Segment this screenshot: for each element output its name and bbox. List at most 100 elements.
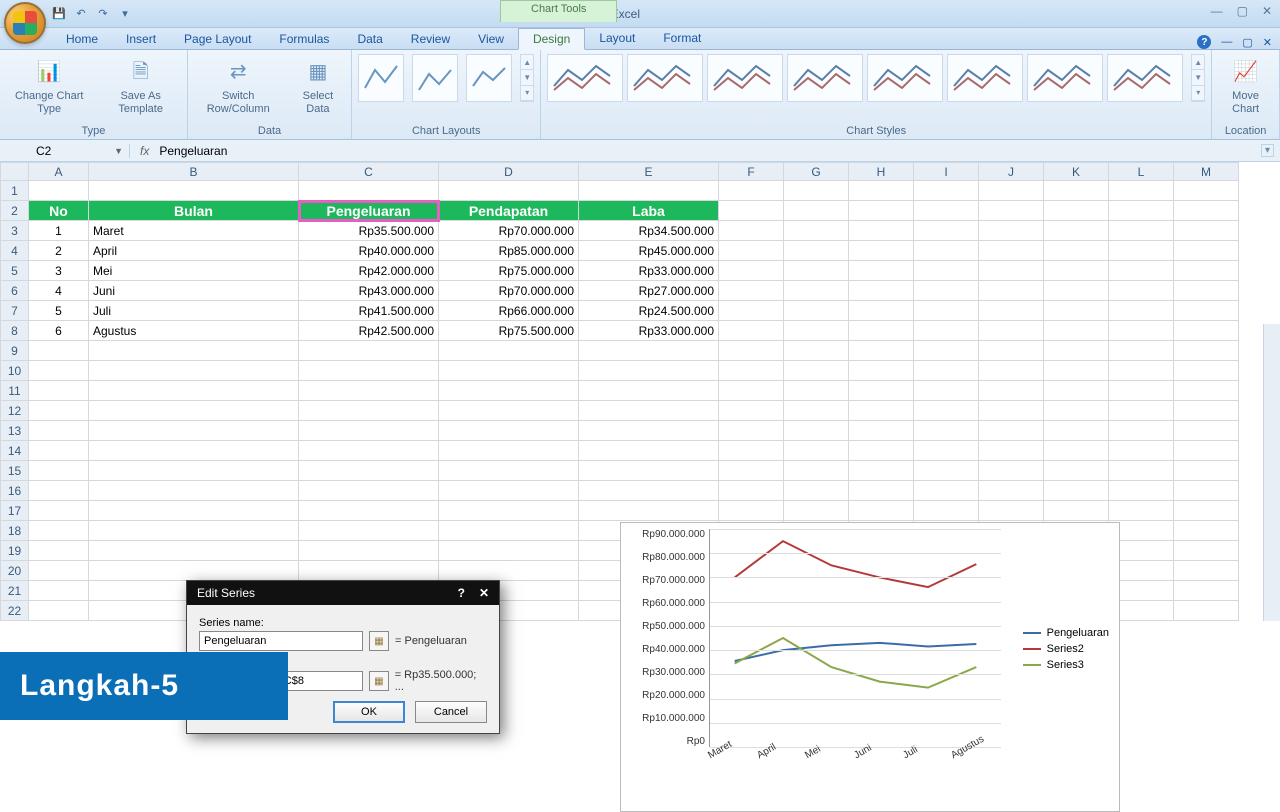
tab-home[interactable]: Home [52, 29, 112, 49]
column-header[interactable]: G [784, 163, 849, 181]
title-bar: 💾 ↶ ↷ ▾ Book1 - Microsoft Excel Chart To… [0, 0, 1280, 28]
tab-format[interactable]: Format [649, 28, 715, 49]
column-header[interactable]: I [914, 163, 979, 181]
fx-icon[interactable]: fx [130, 144, 159, 158]
tab-insert[interactable]: Insert [112, 29, 170, 49]
row-header[interactable]: 4 [1, 241, 29, 261]
column-header[interactable]: D [439, 163, 579, 181]
chart-style-option[interactable] [1107, 54, 1183, 102]
select-all-corner[interactable] [1, 163, 29, 181]
dialog-titlebar[interactable]: Edit Series ?✕ [187, 581, 499, 605]
chart-style-option[interactable] [547, 54, 623, 102]
column-header[interactable]: M [1174, 163, 1239, 181]
step-banner: Langkah-5 [0, 652, 288, 720]
row-header[interactable]: 2 [1, 201, 29, 221]
save-as-template-button[interactable]: 🗎Save As Template [100, 54, 180, 118]
row-header[interactable]: 3 [1, 221, 29, 241]
chart-style-option[interactable] [707, 54, 783, 102]
close-button[interactable]: ✕ [1262, 4, 1272, 18]
column-header[interactable]: H [849, 163, 914, 181]
qat-dropdown-icon[interactable]: ▾ [116, 5, 134, 23]
chart-style-option[interactable] [947, 54, 1023, 102]
range-picker-icon[interactable]: ▦ [369, 631, 389, 651]
column-header[interactable]: F [719, 163, 784, 181]
row-header[interactable]: 13 [1, 421, 29, 441]
chart-layout-option[interactable] [358, 54, 404, 102]
redo-icon[interactable]: ↷ [94, 5, 112, 23]
chart-style-option[interactable] [627, 54, 703, 102]
switch-row-column-button[interactable]: ⇄Switch Row/Column [194, 54, 283, 118]
row-header[interactable]: 11 [1, 381, 29, 401]
chart-layout-option[interactable] [466, 54, 512, 102]
workbook-close-icon[interactable]: ✕ [1263, 36, 1272, 49]
ribbon-group-chart-styles: ▲▼▾ Chart Styles [541, 50, 1212, 139]
chart-type-icon: 📊 [33, 56, 65, 88]
ribbon-group-data: ⇄Switch Row/Column ▦Select Data Data [188, 50, 352, 139]
dialog-help-icon[interactable]: ? [458, 586, 465, 600]
ribbon-tabs: Home Insert Page Layout Formulas Data Re… [0, 28, 1280, 50]
row-header[interactable]: 21 [1, 581, 29, 601]
formula-input[interactable] [159, 144, 1261, 158]
chart-x-axis: MaretAprilMeiJuniJuliAgustus [709, 751, 1001, 762]
column-header[interactable]: A [29, 163, 89, 181]
series-name-input[interactable] [199, 631, 363, 651]
series-values-preview: = Rp35.500.000; ... [395, 669, 487, 693]
formula-expand-icon[interactable]: ▾ [1261, 144, 1274, 157]
row-header[interactable]: 16 [1, 481, 29, 501]
row-header[interactable]: 18 [1, 521, 29, 541]
workbook-maximize-icon[interactable]: ▢ [1242, 36, 1252, 49]
vertical-scrollbar[interactable] [1263, 324, 1280, 621]
tab-review[interactable]: Review [397, 29, 464, 49]
move-chart-icon: 📈 [1230, 56, 1262, 88]
chart-style-option[interactable] [1027, 54, 1103, 102]
row-header[interactable]: 1 [1, 181, 29, 201]
template-icon: 🗎 [125, 56, 157, 88]
name-box[interactable]: C2▼ [30, 144, 130, 158]
tab-formulas[interactable]: Formulas [265, 29, 343, 49]
column-header[interactable]: B [89, 163, 299, 181]
row-header[interactable]: 8 [1, 321, 29, 341]
range-picker-icon[interactable]: ▦ [369, 671, 389, 691]
layouts-scroller[interactable]: ▲▼▾ [520, 54, 534, 102]
office-button[interactable] [4, 2, 46, 44]
column-header[interactable]: L [1109, 163, 1174, 181]
row-header[interactable]: 14 [1, 441, 29, 461]
ribbon-minimize-icon[interactable]: — [1221, 36, 1232, 48]
row-header[interactable]: 20 [1, 561, 29, 581]
row-header[interactable]: 15 [1, 461, 29, 481]
tab-layout[interactable]: Layout [585, 28, 649, 49]
row-header[interactable]: 5 [1, 261, 29, 281]
column-header[interactable]: J [979, 163, 1044, 181]
row-header[interactable]: 22 [1, 601, 29, 621]
row-header[interactable]: 10 [1, 361, 29, 381]
column-header[interactable]: E [579, 163, 719, 181]
column-header[interactable]: C [299, 163, 439, 181]
change-chart-type-button[interactable]: 📊Change Chart Type [6, 54, 92, 118]
help-icon[interactable]: ? [1197, 35, 1211, 49]
tab-view[interactable]: View [464, 29, 518, 49]
maximize-button[interactable]: ▢ [1237, 4, 1248, 18]
styles-scroller[interactable]: ▲▼▾ [1191, 54, 1205, 102]
tab-data[interactable]: Data [343, 29, 396, 49]
row-header[interactable]: 6 [1, 281, 29, 301]
tab-design[interactable]: Design [518, 28, 585, 50]
chart-layout-option[interactable] [412, 54, 458, 102]
select-data-button[interactable]: ▦Select Data [291, 54, 346, 118]
chart-legend: PengeluaranSeries2Series3 [1023, 623, 1109, 675]
chart-style-option[interactable] [787, 54, 863, 102]
tab-page-layout[interactable]: Page Layout [170, 29, 265, 49]
undo-icon[interactable]: ↶ [72, 5, 90, 23]
switch-icon: ⇄ [222, 56, 254, 88]
move-chart-button[interactable]: 📈Move Chart [1218, 54, 1273, 118]
row-header[interactable]: 19 [1, 541, 29, 561]
row-header[interactable]: 12 [1, 401, 29, 421]
row-header[interactable]: 9 [1, 341, 29, 361]
row-header[interactable]: 17 [1, 501, 29, 521]
column-header[interactable]: K [1044, 163, 1109, 181]
embedded-chart[interactable]: Rp90.000.000Rp80.000.000Rp70.000.000Rp60… [620, 522, 1120, 812]
row-header[interactable]: 7 [1, 301, 29, 321]
chart-style-option[interactable] [867, 54, 943, 102]
dialog-close-icon[interactable]: ✕ [479, 586, 489, 600]
minimize-button[interactable]: — [1211, 4, 1223, 18]
save-icon[interactable]: 💾 [50, 5, 68, 23]
